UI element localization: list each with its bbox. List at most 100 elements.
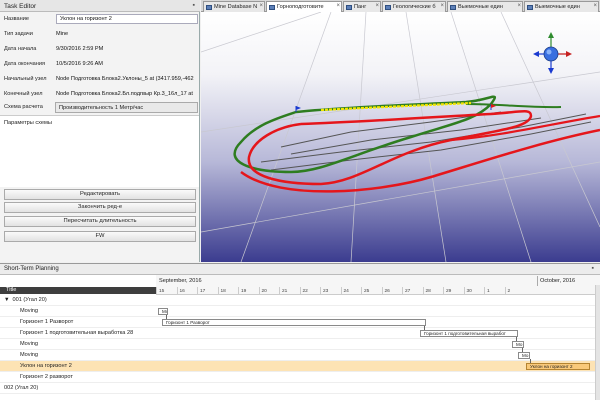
tree-row[interactable]: Горизонт 1 Разворот [0,317,156,328]
finish-edit-button[interactable]: Закончить ред-е [4,202,196,213]
gantt-row [156,306,596,317]
close-icon[interactable]: × [375,3,379,9]
vertical-scrollbar[interactable] [595,285,600,400]
task-editor-title: Task Editor [0,0,200,12]
day-tick: 29 [446,289,452,294]
day-tick: 22 [302,289,308,294]
day-divider [299,287,301,295]
document-icon [385,5,391,10]
tree-row-label: Горизонт 1 Разворот [20,319,74,325]
tab-mine-development[interactable]: Горноподготовите × [266,1,342,12]
gantt-row [156,328,596,339]
close-icon[interactable]: × [259,3,263,9]
day-tick: 19 [241,289,247,294]
document-icon [269,5,275,10]
day-tick: 30 [466,289,472,294]
end-date-value[interactable]: 10/5/2016 9:26 AM [56,61,198,67]
gantt-bar[interactable]: Уклон на горизонт 2 [526,363,590,370]
day-tick: 26 [384,289,390,294]
document-icon [206,5,212,10]
close-icon[interactable]: × [336,3,340,9]
orientation-gizmo-icon[interactable] [533,32,572,74]
tab-label: Панг [354,4,367,10]
dependency-link [530,359,531,363]
day-tick: 17 [200,289,206,294]
start-date-value[interactable]: 9/30/2016 2:59 PM [56,46,198,52]
pin-icon[interactable]: ▪ [592,265,594,272]
tab-label: Геологические б [393,4,436,10]
tree-row-label: 002 (Уrал 20) [4,385,39,391]
scheme-params-area: Параметры схемы [0,115,199,187]
day-divider [217,287,219,295]
month-october: October, 2016 [540,278,576,284]
start-node-value[interactable]: Node Подготовка Блока2.Уклоны_5 at (3417… [56,76,198,82]
name-field[interactable]: Уклон на горизонт 2 [56,14,198,24]
day-divider [381,287,383,295]
day-divider [361,287,362,295]
day-divider [504,287,506,295]
stp-title: Short-Term Planning [0,264,600,275]
gantt-row [156,339,596,350]
gantt-bar[interactable]: Mo [518,352,530,359]
close-icon[interactable]: × [440,3,444,9]
tab-panels[interactable]: Панг × [343,1,381,12]
month-divider [537,276,538,286]
gantt-bar[interactable]: Mo [158,308,168,315]
day-divider [422,287,424,295]
tree-row[interactable]: Moving [0,350,156,361]
tree-row[interactable]: Горизонт 1 подготовительная выработка 28 [0,328,156,339]
pin-icon[interactable]: ▪ [193,2,195,9]
mine-3d-scene [201,12,600,262]
day-divider [258,287,260,295]
chevron-down-icon[interactable]: ▼ [4,297,10,303]
tree-row[interactable]: Горизонт 2 разворот [0,372,156,383]
tree-row-label: Moving [20,341,39,347]
tab-extraction-1[interactable]: Выемочные един × [447,1,523,12]
tab-label: Выемочные един [535,4,580,10]
title-column-header[interactable]: Title [0,287,156,294]
gantt-row [156,372,596,383]
gantt-row [156,383,596,394]
day-divider [443,287,444,295]
gantt-bar[interactable]: Горизонт 1 Разворот [162,319,426,326]
tree-row[interactable]: Moving [0,306,156,317]
day-tick: 1 [487,289,490,294]
end-node-value[interactable]: Node Подготовка Блока2.Бл.подгвыр Кр.3_1… [56,91,198,97]
gantt-bar[interactable]: Mo [512,341,524,348]
tab-label: Mine Database N [214,4,258,10]
tree-row-label: Горизонт 1 подготовительная выработка 28 [20,330,134,336]
3d-viewport[interactable] [201,12,600,262]
scheme-select[interactable]: Производительность 1 Метр/час [55,102,198,113]
gantt-bar[interactable]: Горизонт 1 подготовительная выработ [420,330,518,337]
day-divider [197,287,198,295]
tab-extraction-2[interactable]: Выемочные един × [524,1,599,12]
edit-button[interactable]: Редактировать [4,189,196,200]
task-type-value[interactable]: Mine [56,31,198,37]
day-divider [484,287,485,295]
day-divider [320,287,321,295]
tab-geology[interactable]: Геологические б × [382,1,446,12]
close-icon[interactable]: × [593,3,597,9]
green-route-tail [465,103,562,109]
end-date-label: Дата окончания [4,61,46,67]
recalc-duration-button[interactable]: Пересчитать длительность [4,216,196,227]
document-icon [527,5,533,10]
tree-row[interactable]: ▼ 001 (Уrал 20) [0,295,156,306]
start-node-label: Начальный узел [4,76,47,82]
task-type-label: Тип задачи [4,31,33,37]
tab-mine-database[interactable]: Mine Database N × [203,1,265,12]
day-tick: 20 [261,289,267,294]
document-icon [450,5,456,10]
fw-button[interactable]: FW [4,231,196,242]
day-divider [402,287,403,295]
tree-row[interactable]: 002 (Уrал 20) [0,383,156,394]
day-divider [156,287,157,295]
name-label: Название [4,16,29,22]
short-term-planning-panel: Short-Term Planning ▪ September, 2016 Oc… [0,263,600,400]
tree-row[interactable]: Moving [0,339,156,350]
close-icon[interactable]: × [517,3,521,9]
start-date-label: Дата начала [4,46,37,52]
tree-row[interactable]: Уклон на горизонт 2 [0,361,156,372]
day-divider [279,287,280,295]
tree-row-label: Moving [20,352,39,358]
